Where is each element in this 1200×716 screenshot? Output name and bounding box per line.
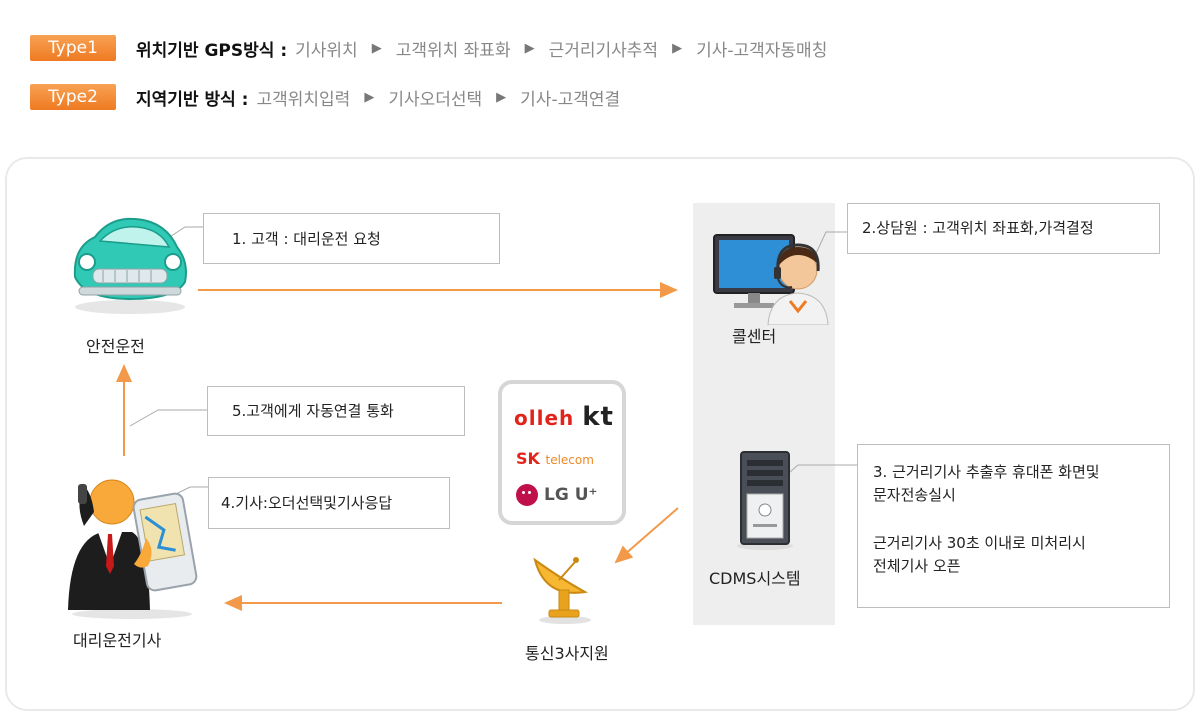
satellite-dish-icon xyxy=(533,557,591,624)
sk-telecom-logo: SK telecom xyxy=(516,449,594,468)
callout-leader-5 xyxy=(129,409,207,427)
driver-label: 대리운전기사 xyxy=(73,631,162,650)
sk-text: SK xyxy=(516,449,540,468)
car-label: 안전운전 xyxy=(86,337,145,356)
step5-text: 5.고객에게 자동연결 통화 xyxy=(232,402,394,420)
telecom-logos-box: olleh kt SK telecom LG U⁺ xyxy=(498,380,626,525)
cdms-label: CDMS시스템 xyxy=(709,569,801,588)
step3-line: 문자전송실시 xyxy=(873,486,956,505)
server-tower-icon xyxy=(737,451,793,550)
kt-text: kt xyxy=(582,402,614,432)
callcenter-agent-icon xyxy=(713,234,829,325)
lg-uplus-logo: LG U⁺ xyxy=(516,484,597,506)
callcenter-label: 콜센터 xyxy=(732,327,777,346)
step3-line: 전체기사 오픈 xyxy=(873,556,961,575)
step5-box: 5.고객에게 자동연결 통화 xyxy=(207,386,465,436)
step2-box: 2.상담원 : 고객위치 좌표화,가격결정 xyxy=(847,203,1160,254)
step1-box: 1. 고객 : 대리운전 요청 xyxy=(203,213,500,264)
driver-phone-icon xyxy=(68,479,198,619)
step3-box: 3. 근거리기사 추출후 휴대폰 화면및 문자전송실시 근거리기사 30초 이내… xyxy=(857,444,1170,608)
lg-text: LG U⁺ xyxy=(544,485,598,505)
olleh-text: olleh xyxy=(514,406,575,430)
step3-line: 3. 근거리기사 추출후 휴대폰 화면및 xyxy=(873,463,1100,481)
step2-text: 2.상담원 : 고객위치 좌표화,가격결정 xyxy=(862,219,1094,237)
telecom-label: 통신3사지원 xyxy=(525,644,609,663)
flow-arrow-cdms-to-telecom xyxy=(614,507,679,564)
sk-telecom-text: telecom xyxy=(545,453,594,467)
step1-text: 1. 고객 : 대리운전 요청 xyxy=(232,230,381,248)
car-icon xyxy=(73,217,187,314)
step4-box: 4.기사:오더선택및기사응답 xyxy=(208,477,450,529)
lg-face-icon xyxy=(516,484,538,506)
step3-line: 근거리기사 30초 이내로 미처리시 xyxy=(873,533,1086,552)
olleh-kt-logo: olleh kt xyxy=(514,402,614,432)
step4-text: 4.기사:오더선택및기사응답 xyxy=(221,494,393,512)
